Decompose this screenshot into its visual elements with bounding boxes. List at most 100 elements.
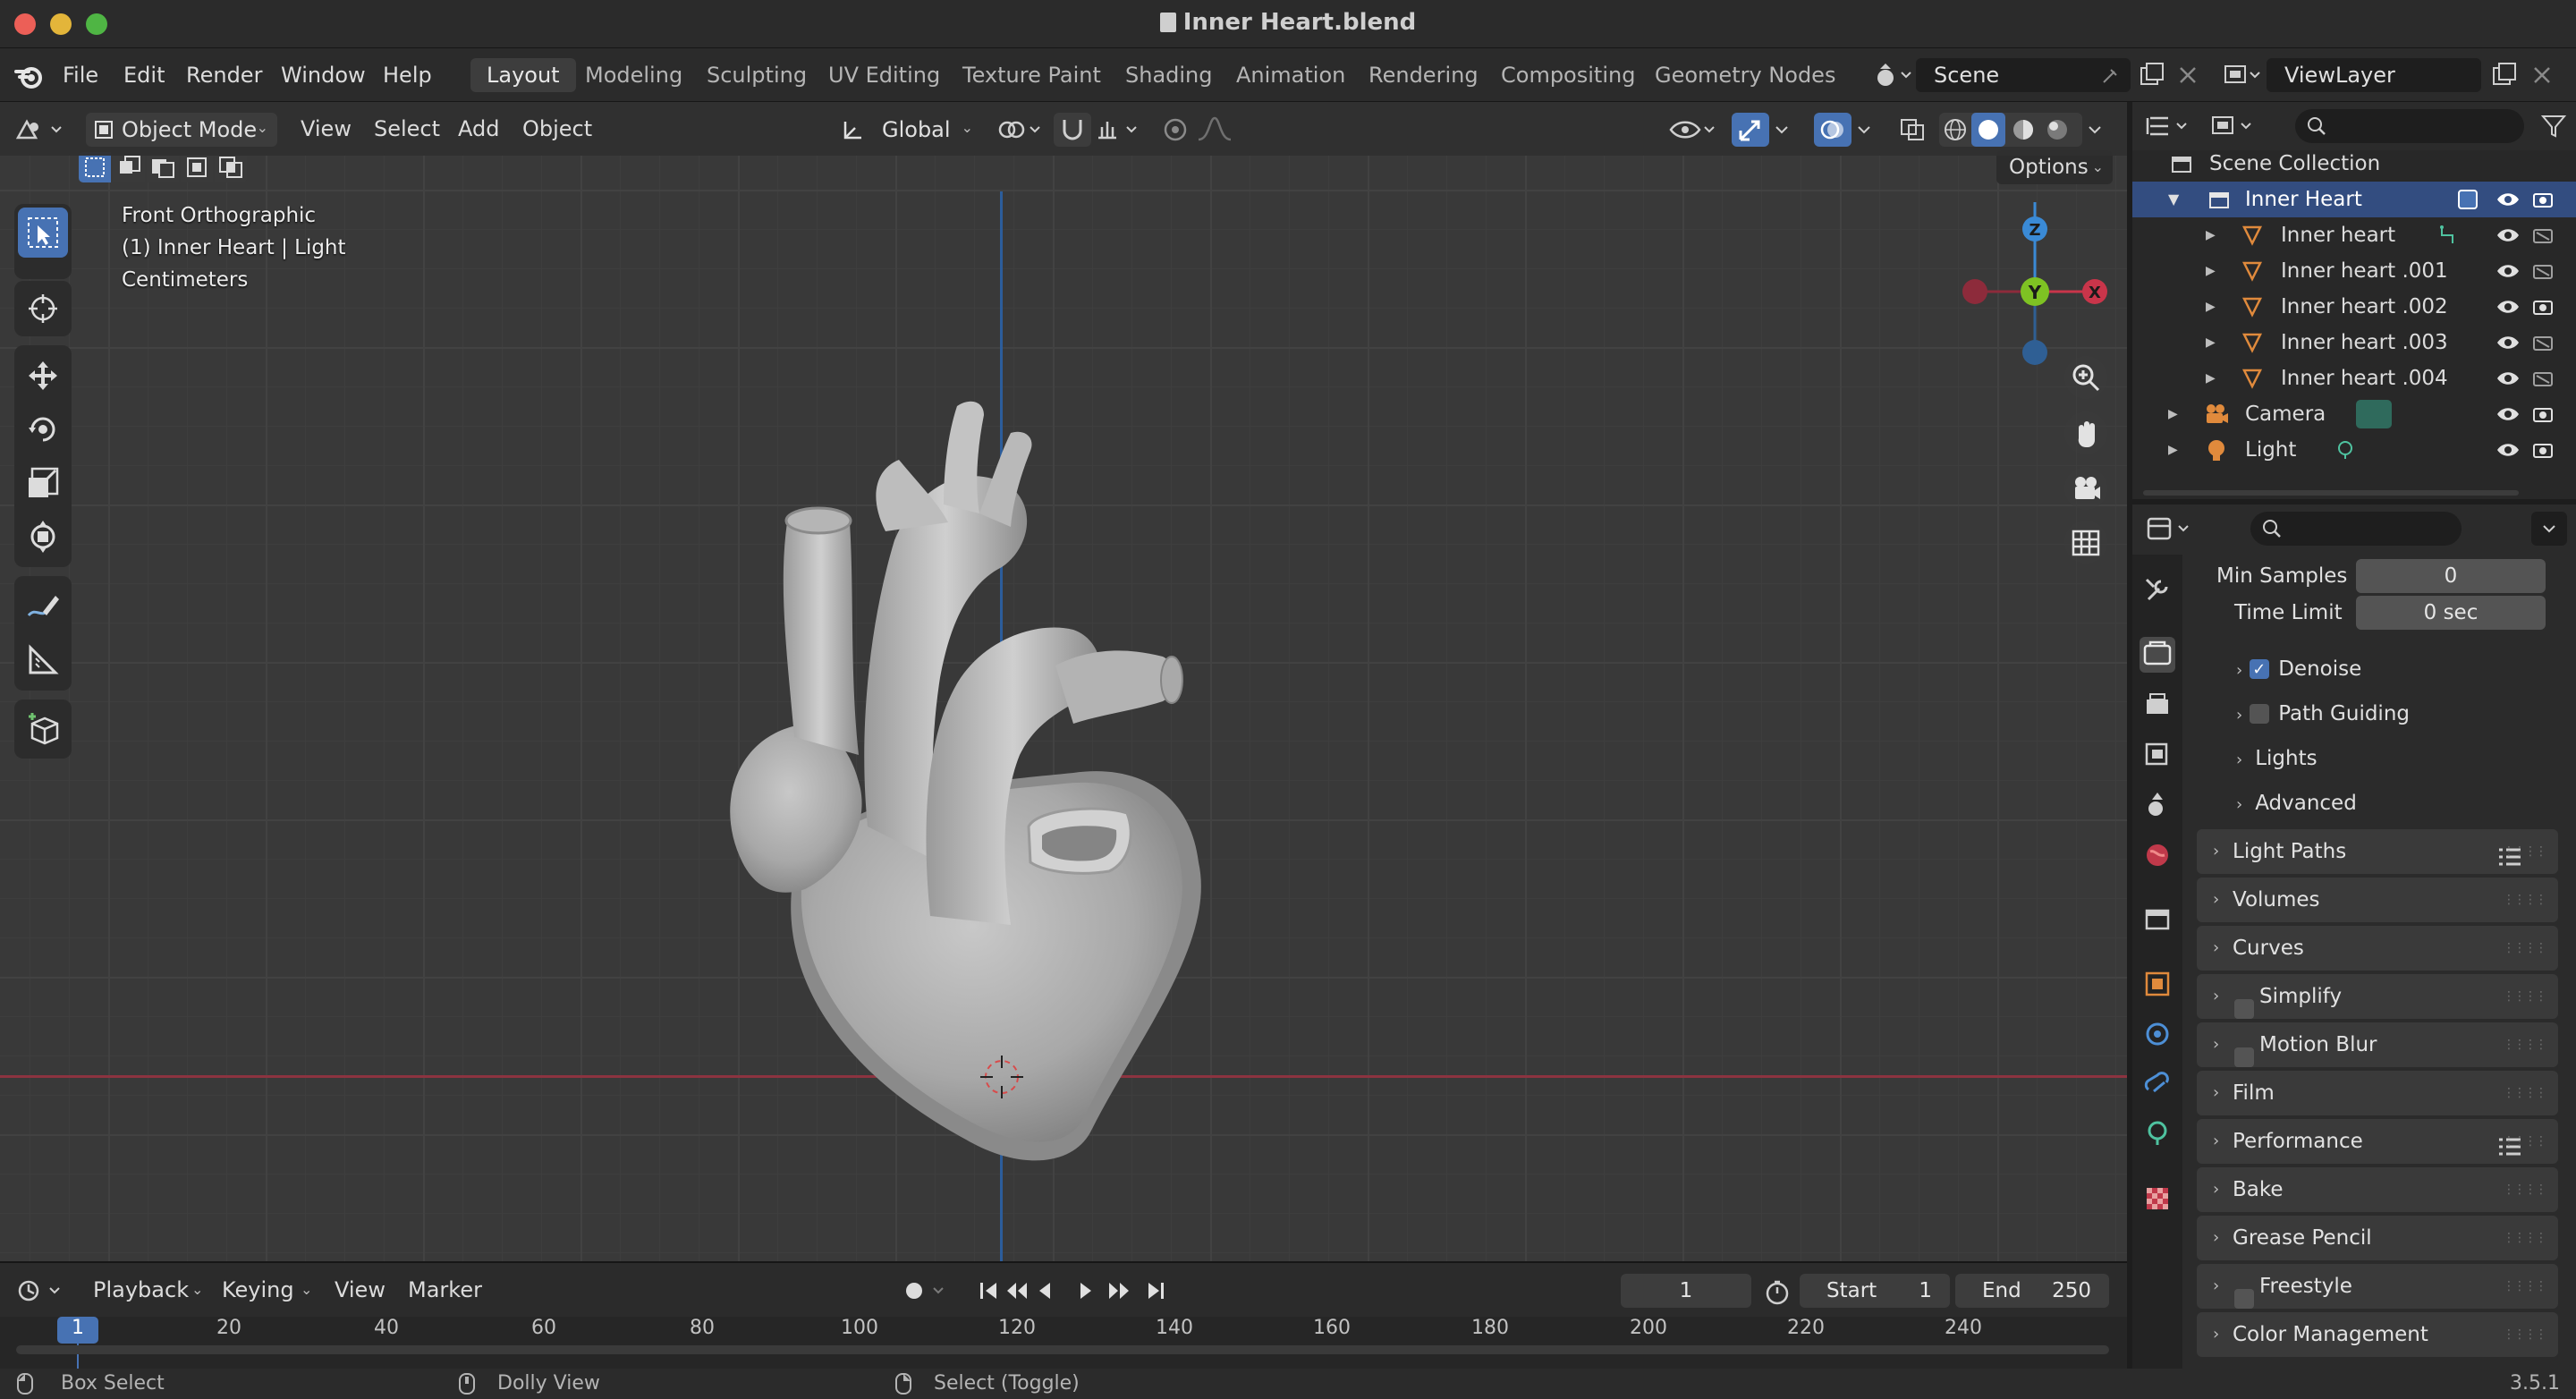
proportional-falloff-dropdown[interactable]: [1195, 113, 1249, 147]
object-data-tab-icon[interactable]: [2140, 1116, 2175, 1152]
pin-icon[interactable]: [2100, 66, 2120, 86]
properties-search-input[interactable]: [2250, 512, 2462, 546]
view-layer-tab-icon[interactable]: [2140, 737, 2175, 773]
texture-tab-icon[interactable]: [2140, 1181, 2175, 1217]
drag-handle-icon[interactable]: ⋮⋮⋮⋮: [2503, 878, 2547, 922]
select-new-icon[interactable]: [79, 152, 111, 182]
scene-name-field[interactable]: Scene: [1916, 58, 2131, 92]
world-tab-icon[interactable]: [2140, 837, 2175, 873]
tab-texture-paint[interactable]: Texture Paint: [946, 58, 1117, 92]
annotate-tool[interactable]: [18, 581, 68, 632]
outliner-row-object[interactable]: ▶ Inner heart .003: [2132, 325, 2576, 360]
panel-curves[interactable]: › Curves ⋮⋮⋮⋮: [2197, 926, 2558, 971]
menu-edit[interactable]: Edit: [123, 48, 165, 102]
subpanel-denoise[interactable]: › Denoise: [2236, 651, 2361, 688]
properties-options-dropdown[interactable]: [2531, 512, 2567, 546]
eye-icon[interactable]: [2496, 225, 2521, 245]
menu-help[interactable]: Help: [383, 48, 432, 102]
tab-shading[interactable]: Shading: [1109, 58, 1229, 92]
panel-color-management[interactable]: › Color Management ⋮⋮⋮⋮: [2197, 1312, 2558, 1357]
solid-shading-icon[interactable]: [1971, 113, 2005, 147]
min-samples-field[interactable]: 0: [2356, 559, 2546, 593]
subpanel-advanced[interactable]: › Advanced: [2236, 785, 2357, 821]
measure-tool[interactable]: [18, 635, 68, 685]
overlays-toggle-icon[interactable]: [1814, 113, 1852, 147]
render-camera-icon[interactable]: [2531, 368, 2555, 389]
scene-selector-icon[interactable]: [1871, 58, 1914, 92]
outliner-row-light[interactable]: ▶ Light: [2132, 432, 2576, 468]
tool-tab-icon[interactable]: [2140, 572, 2175, 608]
properties-editor-type-selector[interactable]: [2145, 512, 2202, 546]
menu-window[interactable]: Window: [281, 48, 366, 102]
chevron-down-icon[interactable]: [1771, 113, 1794, 147]
menu-view[interactable]: View: [301, 102, 352, 156]
outliner-row-object[interactable]: ▶ Inner heart .001: [2132, 253, 2576, 289]
wireframe-shading-icon[interactable]: [1943, 117, 1968, 142]
panel-volumes[interactable]: › Volumes ⋮⋮⋮⋮: [2197, 878, 2558, 922]
menu-keying[interactable]: Keying: [222, 1263, 294, 1317]
outliner-search-input[interactable]: [2295, 109, 2524, 143]
eye-icon[interactable]: [2496, 369, 2521, 388]
navigation-gizmo[interactable]: Y Z X: [1957, 202, 2109, 372]
render-camera-icon[interactable]: [2531, 260, 2555, 282]
camera-data-icon[interactable]: [2356, 400, 2392, 428]
render-camera-icon[interactable]: [2531, 332, 2555, 353]
scene-tab-icon[interactable]: [2140, 787, 2175, 823]
drag-handle-icon[interactable]: ⋮⋮⋮⋮: [2503, 1167, 2547, 1212]
move-tool[interactable]: [18, 351, 68, 401]
blender-logo-icon[interactable]: [14, 61, 45, 91]
eye-icon[interactable]: [2496, 297, 2521, 317]
menu-file[interactable]: File: [63, 48, 98, 102]
filter-icon[interactable]: [2540, 113, 2567, 140]
output-tab-icon[interactable]: [2140, 687, 2175, 723]
panel-light-paths[interactable]: › Light Paths ⋮⋮⋮⋮: [2197, 829, 2558, 874]
render-camera-icon[interactable]: [2531, 225, 2555, 246]
outliner-scrollbar[interactable]: [2143, 490, 2519, 496]
select-box-tool[interactable]: [18, 208, 68, 258]
panel-simplify[interactable]: › Simplify ⋮⋮⋮⋮: [2197, 974, 2558, 1019]
pivot-point-dropdown[interactable]: [993, 113, 1048, 147]
eye-icon[interactable]: [2496, 190, 2521, 209]
object-tab-icon[interactable]: [2140, 966, 2175, 1002]
chevron-down-icon[interactable]: [1853, 113, 1877, 147]
subpanel-path-guiding[interactable]: › Path Guiding: [2236, 696, 2410, 732]
constraints-tab-icon[interactable]: [2140, 1066, 2175, 1102]
auto-keying-toggle[interactable]: [893, 1274, 957, 1308]
drag-handle-icon[interactable]: ⋮⋮⋮⋮: [2503, 974, 2547, 1019]
tab-compositing[interactable]: Compositing: [1485, 58, 1651, 92]
snap-target-dropdown[interactable]: [1093, 113, 1145, 147]
menu-select[interactable]: Select: [374, 102, 440, 156]
eye-icon[interactable]: [2496, 333, 2521, 352]
cursor-tool[interactable]: [18, 284, 68, 334]
tab-sculpting[interactable]: Sculpting: [691, 58, 823, 92]
select-extend-icon[interactable]: [113, 152, 145, 182]
3d-viewport[interactable]: Front Orthographic (1) Inner Heart | Lig…: [0, 102, 2127, 1261]
xray-toggle-icon[interactable]: [1894, 113, 1930, 147]
camera-view-button[interactable]: [2064, 467, 2107, 510]
panel-bake[interactable]: › Bake ⋮⋮⋮⋮: [2197, 1167, 2558, 1212]
add-cube-tool[interactable]: [18, 704, 68, 754]
drag-handle-icon[interactable]: ⋮⋮⋮⋮: [2503, 1216, 2547, 1260]
stopwatch-icon[interactable]: [1764, 1279, 1791, 1306]
chevron-right-icon[interactable]: ▶: [2206, 217, 2216, 253]
scale-tool[interactable]: [18, 458, 68, 508]
chevron-right-icon[interactable]: ▶: [2206, 325, 2216, 360]
panel-film[interactable]: › Film ⋮⋮⋮⋮: [2197, 1071, 2558, 1115]
zoom-view-button[interactable]: [2064, 356, 2107, 399]
physics-tab-icon[interactable]: [2140, 1016, 2175, 1052]
timeline-scrollbar[interactable]: [16, 1345, 2109, 1354]
denoise-checkbox[interactable]: [2250, 652, 2270, 688]
menu-timeline-view[interactable]: View: [335, 1263, 386, 1317]
panel-freestyle[interactable]: › Freestyle ⋮⋮⋮⋮: [2197, 1264, 2558, 1309]
outliner-row-scene-collection[interactable]: Scene Collection: [2132, 146, 2576, 182]
chevron-right-icon[interactable]: ▶: [2168, 432, 2178, 468]
select-subtract-icon[interactable]: [147, 152, 179, 182]
panel-grease-pencil[interactable]: › Grease Pencil ⋮⋮⋮⋮: [2197, 1216, 2558, 1260]
start-frame-field[interactable]: Start 1: [1800, 1274, 1950, 1308]
drag-handle-icon[interactable]: ⋮⋮⋮⋮: [2503, 1022, 2547, 1067]
chevron-down-icon[interactable]: [2084, 113, 2107, 147]
heart-model[interactable]: [716, 361, 1216, 1193]
outliner-row-object[interactable]: ▶ Inner heart .004: [2132, 360, 2576, 396]
menu-render[interactable]: Render: [186, 48, 262, 102]
eye-icon[interactable]: [2496, 440, 2521, 460]
